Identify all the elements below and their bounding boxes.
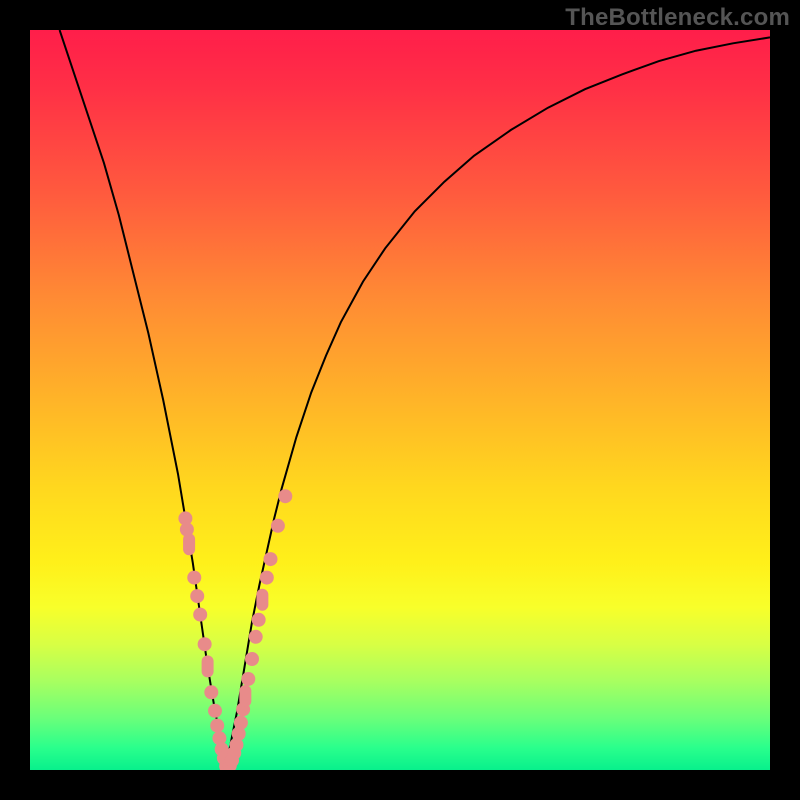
data-point bbox=[241, 672, 255, 686]
data-point bbox=[245, 652, 259, 666]
chart-svg bbox=[30, 30, 770, 770]
data-point bbox=[210, 719, 224, 733]
data-point bbox=[190, 589, 204, 603]
data-point bbox=[204, 685, 218, 699]
data-point bbox=[260, 571, 274, 585]
data-point bbox=[249, 630, 263, 644]
data-point bbox=[202, 655, 214, 677]
chart-frame: TheBottleneck.com bbox=[0, 0, 800, 800]
data-point bbox=[234, 716, 248, 730]
data-point bbox=[256, 589, 268, 611]
data-point bbox=[264, 552, 278, 566]
data-point bbox=[193, 608, 207, 622]
data-point bbox=[252, 613, 266, 627]
data-point bbox=[183, 533, 195, 555]
data-point bbox=[271, 519, 285, 533]
data-point bbox=[187, 571, 201, 585]
data-point bbox=[239, 685, 251, 707]
data-point bbox=[208, 704, 222, 718]
bottleneck-curve bbox=[60, 30, 770, 766]
plot-area bbox=[30, 30, 770, 770]
data-point bbox=[198, 637, 212, 651]
data-points-group bbox=[178, 489, 292, 770]
watermark-text: TheBottleneck.com bbox=[565, 4, 790, 32]
data-point bbox=[278, 489, 292, 503]
